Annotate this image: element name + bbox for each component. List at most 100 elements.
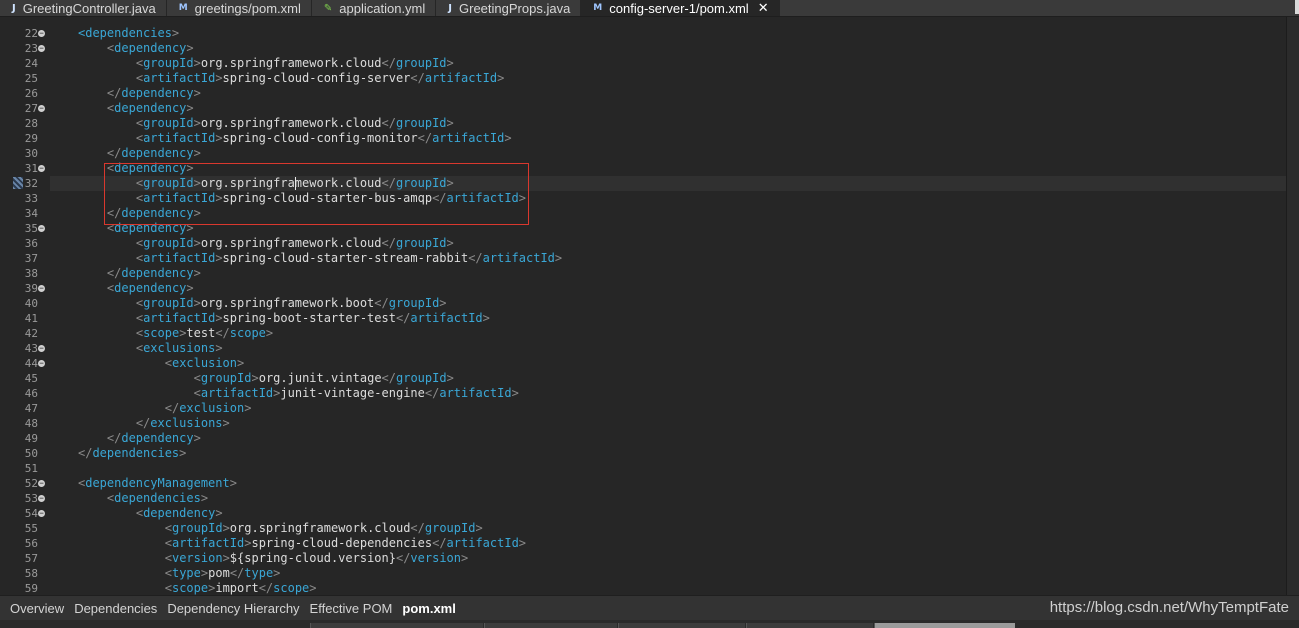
xml-text: org.junit.vintage <box>258 371 382 385</box>
code-line[interactable]: </dependency> <box>107 86 201 101</box>
tab-label: config-server-1/pom.xml <box>609 0 749 16</box>
bottom-tab-overview[interactable]: Overview <box>10 601 64 616</box>
xml-bracket: < <box>135 296 144 310</box>
fold-toggle-icon[interactable]: − <box>38 510 45 517</box>
vertical-scrollbar[interactable] <box>1286 17 1299 595</box>
xml-tag-name: groupId <box>395 236 447 250</box>
xml-bracket: > <box>475 521 483 535</box>
xml-bracket: > <box>193 266 201 280</box>
fold-toggle-icon[interactable]: − <box>38 105 45 112</box>
xml-tag-name: version <box>410 551 461 565</box>
code-line[interactable]: </dependencies> <box>78 446 186 461</box>
code-line[interactable]: <dependency> <box>107 101 194 116</box>
code-line[interactable]: <exclusions> <box>136 341 223 356</box>
xml-tag-name: version <box>171 551 223 565</box>
code-line[interactable]: <version>${spring-cloud.version}</versio… <box>165 551 468 566</box>
xml-text: spring-cloud-dependencies <box>251 536 433 550</box>
code-line[interactable]: <dependency> <box>107 281 194 296</box>
line-number: 46 <box>24 387 38 400</box>
fold-toggle-icon[interactable]: − <box>38 165 45 172</box>
bottom-tab-pom-xml[interactable]: pom.xml <box>402 601 455 616</box>
xml-tag-name: dependencyManagement <box>85 476 230 490</box>
code-line[interactable]: </dependency> <box>107 266 201 281</box>
code-line[interactable]: <dependencyManagement> <box>78 476 237 491</box>
xml-bracket: > <box>193 86 201 100</box>
fold-toggle-icon[interactable]: − <box>38 360 45 367</box>
code-line[interactable]: <groupId>org.springframework.cloud</grou… <box>165 521 483 536</box>
code-line[interactable]: <groupId>org.springframework.boot</group… <box>136 296 447 311</box>
xml-bracket: > <box>461 551 469 565</box>
code-line[interactable]: <dependencies> <box>78 26 179 41</box>
xml-bracket: > <box>200 491 209 505</box>
fold-toggle-icon[interactable]: − <box>38 480 45 487</box>
annotation-highlight-box <box>104 163 529 225</box>
xml-text: spring-boot-starter-test <box>222 311 396 325</box>
ruler-marker-icon[interactable] <box>13 177 23 189</box>
tab-application-yml[interactable]: ✎ application.yml <box>312 0 437 16</box>
tab-config-server-1-pom-xml[interactable]: Mconfig-server-1/pom.xml ✕ <box>581 0 780 16</box>
close-tab-icon[interactable]: ✕ <box>758 1 769 16</box>
code-line[interactable]: <groupId>org.springframework.cloud</grou… <box>136 56 454 71</box>
xml-tag-name: artifactId <box>171 536 245 550</box>
xml-tag-name: dependency <box>121 266 194 280</box>
xml-bracket: > <box>309 581 317 595</box>
code-line[interactable]: <artifactId>junit-vintage-engine</artifa… <box>194 386 519 401</box>
line-number: 56 <box>24 537 38 550</box>
code-editor[interactable]: 22−23−24 25 26 27−28 29 30 31−32 33 34 35−36 37 38 3… <box>0 17 1299 595</box>
code-line[interactable]: </exclusion> <box>165 401 252 416</box>
fold-toggle-icon[interactable]: − <box>38 45 45 52</box>
code-line[interactable]: <dependencies> <box>107 491 208 506</box>
code-line[interactable]: <exclusion> <box>165 356 245 371</box>
xml-bracket: > <box>193 296 201 310</box>
fold-toggle-icon[interactable]: − <box>38 285 45 292</box>
line-number: 54 <box>24 507 38 520</box>
code-line[interactable]: <dependency> <box>136 506 223 521</box>
xml-bracket: > <box>273 566 281 580</box>
code-line[interactable]: <scope>import</scope> <box>165 581 317 595</box>
xml-tag-name: exclusion <box>171 356 238 370</box>
line-number: 22 <box>24 27 38 40</box>
bottom-tab-dependency-hierarchy[interactable]: Dependency Hierarchy <box>167 601 299 616</box>
xml-bracket: < <box>164 521 172 535</box>
xml-bracket: > <box>171 26 180 40</box>
xml-tag-name: groupId <box>396 371 447 385</box>
code-line[interactable]: </exclusions> <box>136 416 230 431</box>
code-line[interactable]: </dependency> <box>107 146 201 161</box>
xml-bracket: < <box>164 566 172 580</box>
code-line[interactable]: <artifactId>spring-cloud-starter-stream-… <box>136 251 562 266</box>
xml-bracket: > <box>222 416 230 430</box>
fold-toggle-icon[interactable]: − <box>38 495 45 502</box>
code-line[interactable]: <artifactId>spring-cloud-config-monitor<… <box>136 131 512 146</box>
xml-tag-name: type <box>244 566 274 580</box>
code-line[interactable]: <type>pom</type> <box>165 566 281 581</box>
line-number: 52 <box>24 477 38 490</box>
code-line[interactable]: <groupId>org.springframework.cloud</grou… <box>136 236 454 251</box>
code-text-area[interactable]: <dependencies> <dependency> <groupId>org.s… <box>50 17 1286 595</box>
xml-bracket: </ <box>381 116 396 130</box>
code-line[interactable]: <groupId>org.junit.vintage</groupId> <box>194 371 454 386</box>
watermark-text: https://blog.csdn.net/WhyTemptFate <box>1049 599 1289 616</box>
code-line[interactable]: <groupId>org.springframework.cloud</grou… <box>136 116 454 131</box>
xml-tag-name: type <box>171 566 201 580</box>
code-line[interactable]: </dependency> <box>107 431 201 446</box>
code-line[interactable]: <artifactId>spring-boot-starter-test</ar… <box>136 311 490 326</box>
xml-bracket: </ <box>410 521 425 535</box>
tab-greetingprops-java[interactable]: J GreetingProps.java <box>436 0 582 16</box>
code-line[interactable]: <artifactId>spring-cloud-dependencies</a… <box>165 536 526 551</box>
line-number: 29 <box>24 132 38 145</box>
xml-tag-name: artifactId <box>143 251 216 265</box>
code-line[interactable]: <scope>test</scope> <box>136 326 273 341</box>
tab-greetings-pom-xml[interactable]: Mgreetings/pom.xml <box>167 0 312 16</box>
editor-minimize-control[interactable] <box>1295 0 1299 14</box>
xml-bracket: > <box>244 401 252 415</box>
code-line[interactable]: <dependency> <box>107 41 194 56</box>
xml-bracket: < <box>135 131 144 145</box>
bottom-tab-effective-pom[interactable]: Effective POM <box>310 601 393 616</box>
fold-toggle-icon[interactable]: − <box>38 225 45 232</box>
tab-greetingcontroller-java[interactable]: J GreetingController.java <box>0 0 167 16</box>
fold-toggle-icon[interactable]: − <box>38 345 45 352</box>
xml-bracket: </ <box>395 551 411 565</box>
bottom-tab-dependencies[interactable]: Dependencies <box>74 601 157 616</box>
code-line[interactable]: <artifactId>spring-cloud-config-server</… <box>136 71 505 86</box>
fold-toggle-icon[interactable]: − <box>38 30 45 37</box>
